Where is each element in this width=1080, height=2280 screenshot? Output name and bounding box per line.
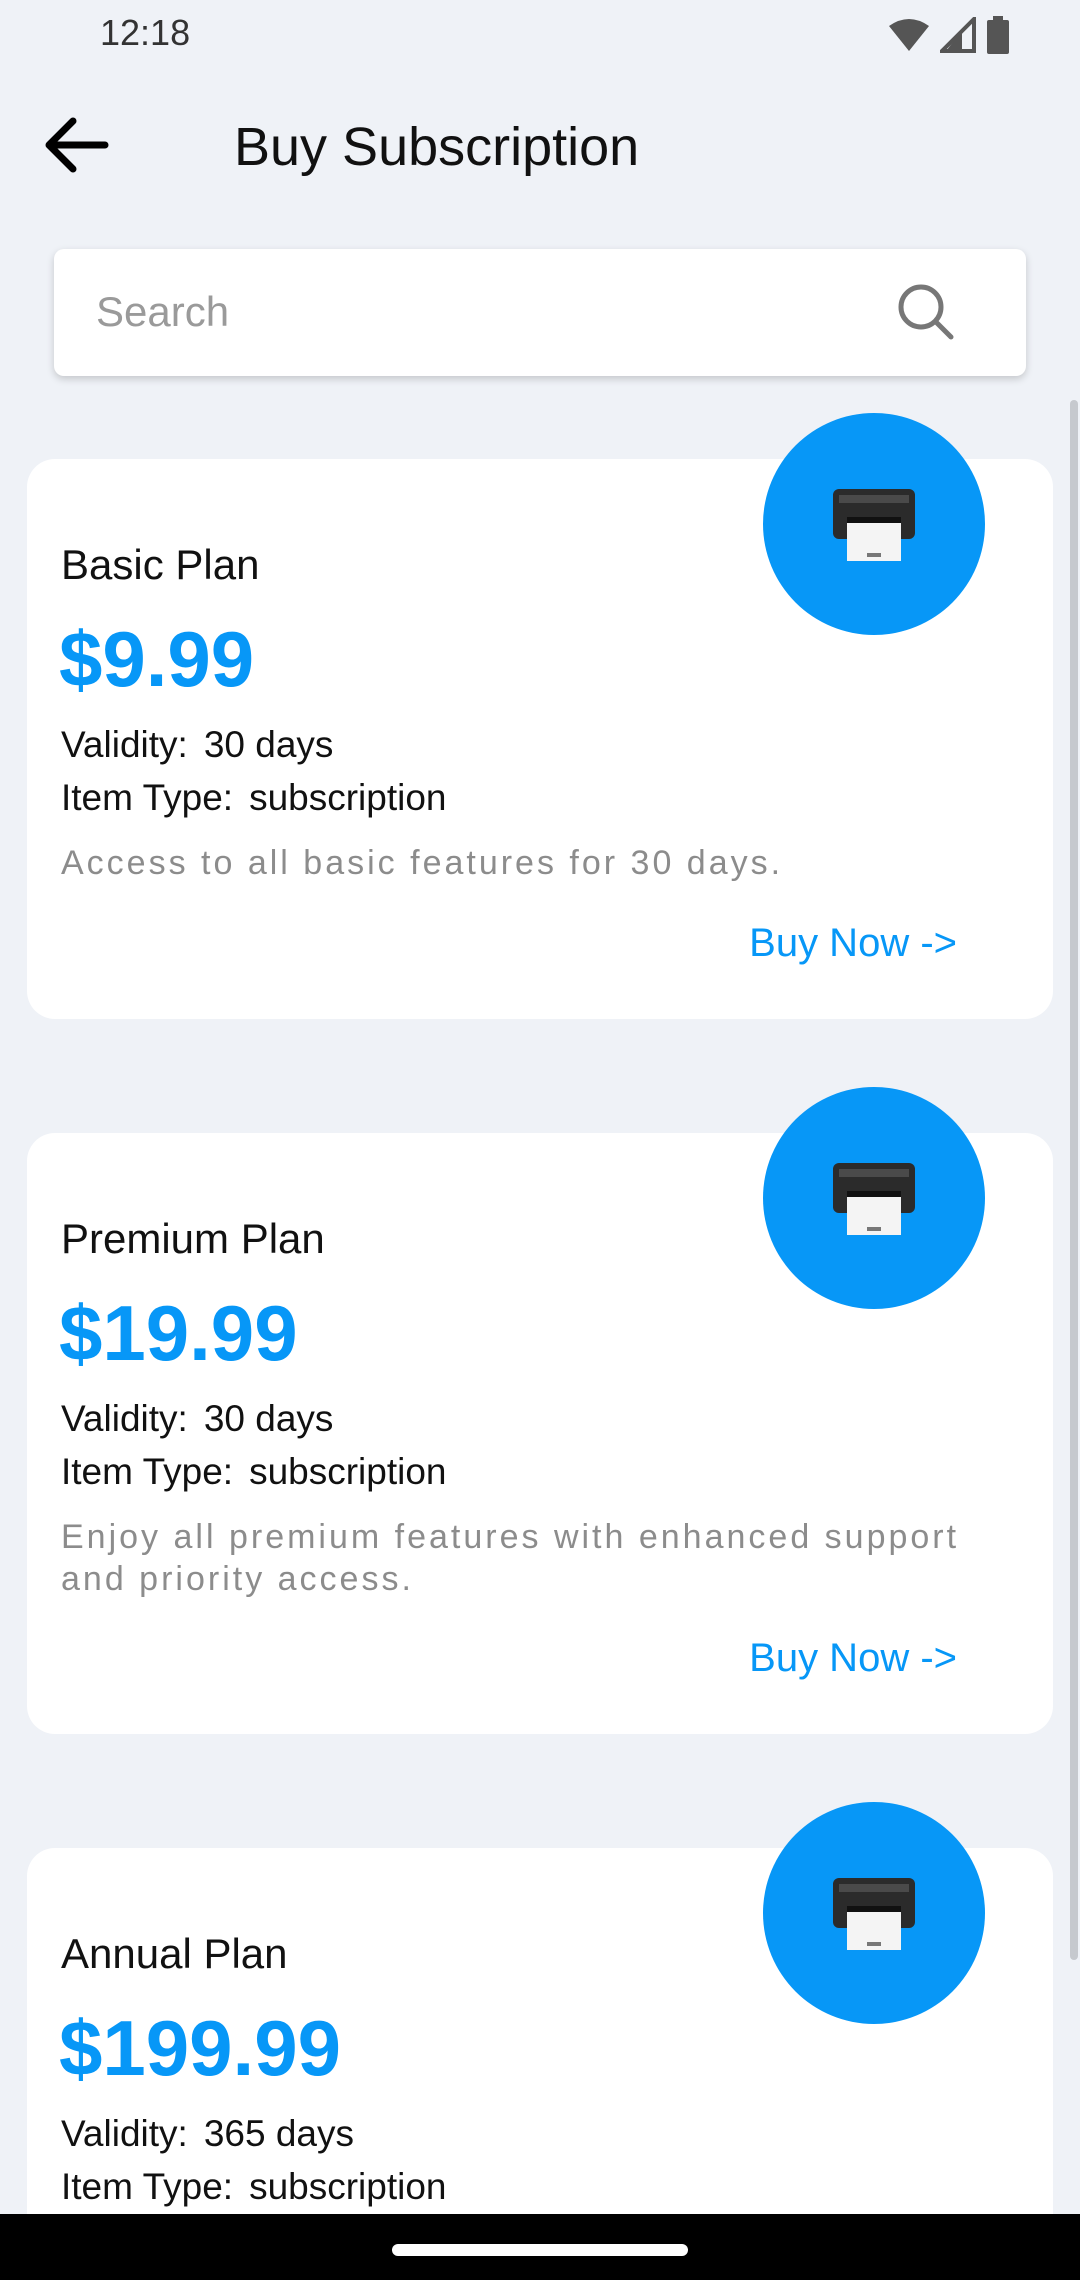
item-type-label: Item Type: bbox=[61, 777, 234, 818]
plan-item-type: Item Type: subscription bbox=[61, 1451, 447, 1493]
validity-label: Validity: bbox=[61, 724, 188, 765]
status-time: 12:18 bbox=[100, 12, 191, 53]
item-type-value: subscription bbox=[249, 1451, 447, 1492]
buy-now-button[interactable]: Buy Now -> bbox=[749, 1636, 957, 1681]
page-title: Buy Subscription bbox=[234, 117, 640, 177]
plan-name: Premium Plan bbox=[61, 1215, 325, 1262]
home-gesture-handle[interactable] bbox=[392, 2244, 688, 2256]
printer-icon bbox=[833, 489, 915, 561]
status-bar: 12:18 bbox=[0, 0, 1080, 70]
app-bar: Buy Subscription bbox=[0, 90, 1080, 200]
plan-price: $199.99 bbox=[59, 2004, 341, 2092]
plan-name: Annual Plan bbox=[61, 1930, 288, 1977]
plan-price: $19.99 bbox=[59, 1289, 298, 1377]
plan-item-type: Item Type: subscription bbox=[61, 777, 447, 819]
scrollbar[interactable] bbox=[1070, 400, 1078, 1960]
plan-validity: Validity: 30 days bbox=[61, 1398, 333, 1440]
battery-icon bbox=[987, 16, 1009, 54]
search-bar bbox=[54, 249, 1026, 376]
plan-name: Basic Plan bbox=[61, 541, 260, 588]
plan-description: Enjoy all premium features with enhanced… bbox=[61, 1518, 960, 1598]
plan-item-type: Item Type: subscription bbox=[61, 2166, 447, 2208]
signal-icon bbox=[940, 17, 976, 53]
validity-value: 365 days bbox=[203, 2113, 354, 2154]
plan-icon-badge bbox=[763, 1802, 985, 2024]
search-input[interactable] bbox=[96, 277, 876, 347]
plan-validity: Validity: 30 days bbox=[61, 724, 333, 766]
status-icons bbox=[888, 16, 1010, 54]
back-button[interactable] bbox=[30, 105, 120, 185]
item-type-label: Item Type: bbox=[61, 1451, 234, 1492]
plan-validity: Validity: 365 days bbox=[61, 2113, 354, 2155]
buy-now-button[interactable]: Buy Now -> bbox=[749, 921, 957, 966]
printer-icon bbox=[833, 1163, 915, 1235]
plan-description: Access to all basic features for 30 days… bbox=[61, 844, 784, 882]
arrow-left-icon bbox=[45, 117, 109, 173]
navigation-bar bbox=[0, 2214, 1080, 2280]
plan-price: $9.99 bbox=[59, 615, 255, 703]
plan-icon-badge bbox=[763, 1087, 985, 1309]
item-type-value: subscription bbox=[249, 777, 447, 818]
search-icon[interactable] bbox=[896, 282, 956, 342]
item-type-label: Item Type: bbox=[61, 2166, 234, 2207]
validity-label: Validity: bbox=[61, 2113, 188, 2154]
item-type-value: subscription bbox=[249, 2166, 447, 2207]
validity-value: 30 days bbox=[203, 724, 334, 765]
validity-label: Validity: bbox=[61, 1398, 188, 1439]
printer-icon bbox=[833, 1878, 915, 1950]
validity-value: 30 days bbox=[203, 1398, 334, 1439]
wifi-icon bbox=[889, 19, 929, 51]
plan-icon-badge bbox=[763, 413, 985, 635]
